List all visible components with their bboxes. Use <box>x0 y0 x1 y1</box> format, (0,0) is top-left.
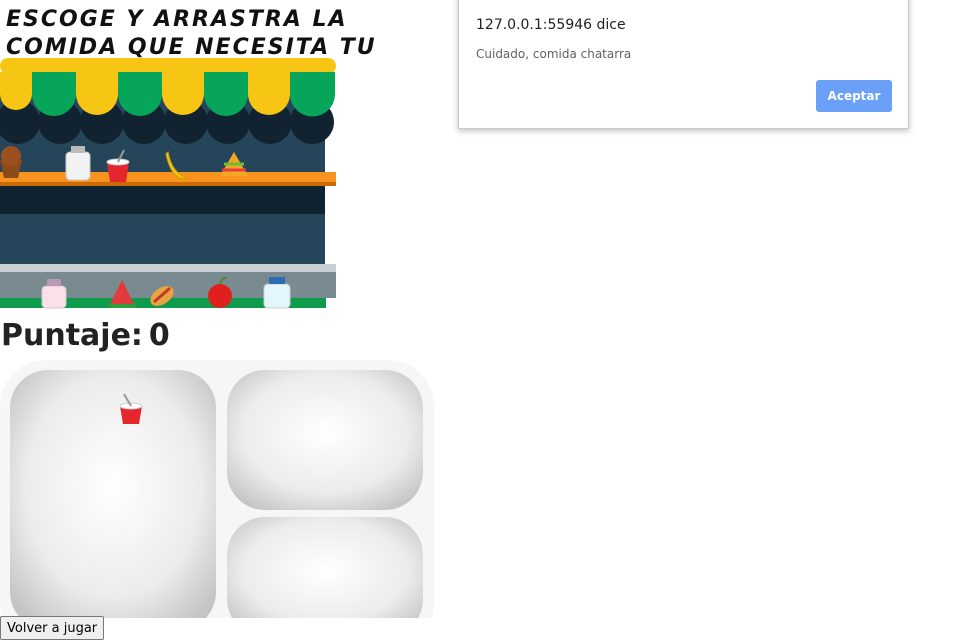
lunch-tray <box>0 360 434 618</box>
alert-title: 127.0.0.1:55946 dice <box>476 17 626 33</box>
food-shelf <box>0 58 336 309</box>
tray-bottom-right-compartment <box>227 517 423 618</box>
cupcake-icon <box>0 146 22 178</box>
tray-main-compartment <box>10 370 216 618</box>
alert-message: Cuidado, comida chatarra <box>476 47 632 61</box>
score-value: 0 <box>148 318 170 353</box>
replay-button[interactable]: Volver a jugar <box>0 616 105 640</box>
score-display: Puntaje: 0 <box>1 318 176 353</box>
alert-dialog: 127.0.0.1:55946 dice Cuidado, comida cha… <box>458 0 909 129</box>
alert-ok-button[interactable]: Aceptar <box>816 80 892 112</box>
tray-top-right-compartment <box>227 370 423 510</box>
score-label: Puntaje: <box>1 318 143 353</box>
